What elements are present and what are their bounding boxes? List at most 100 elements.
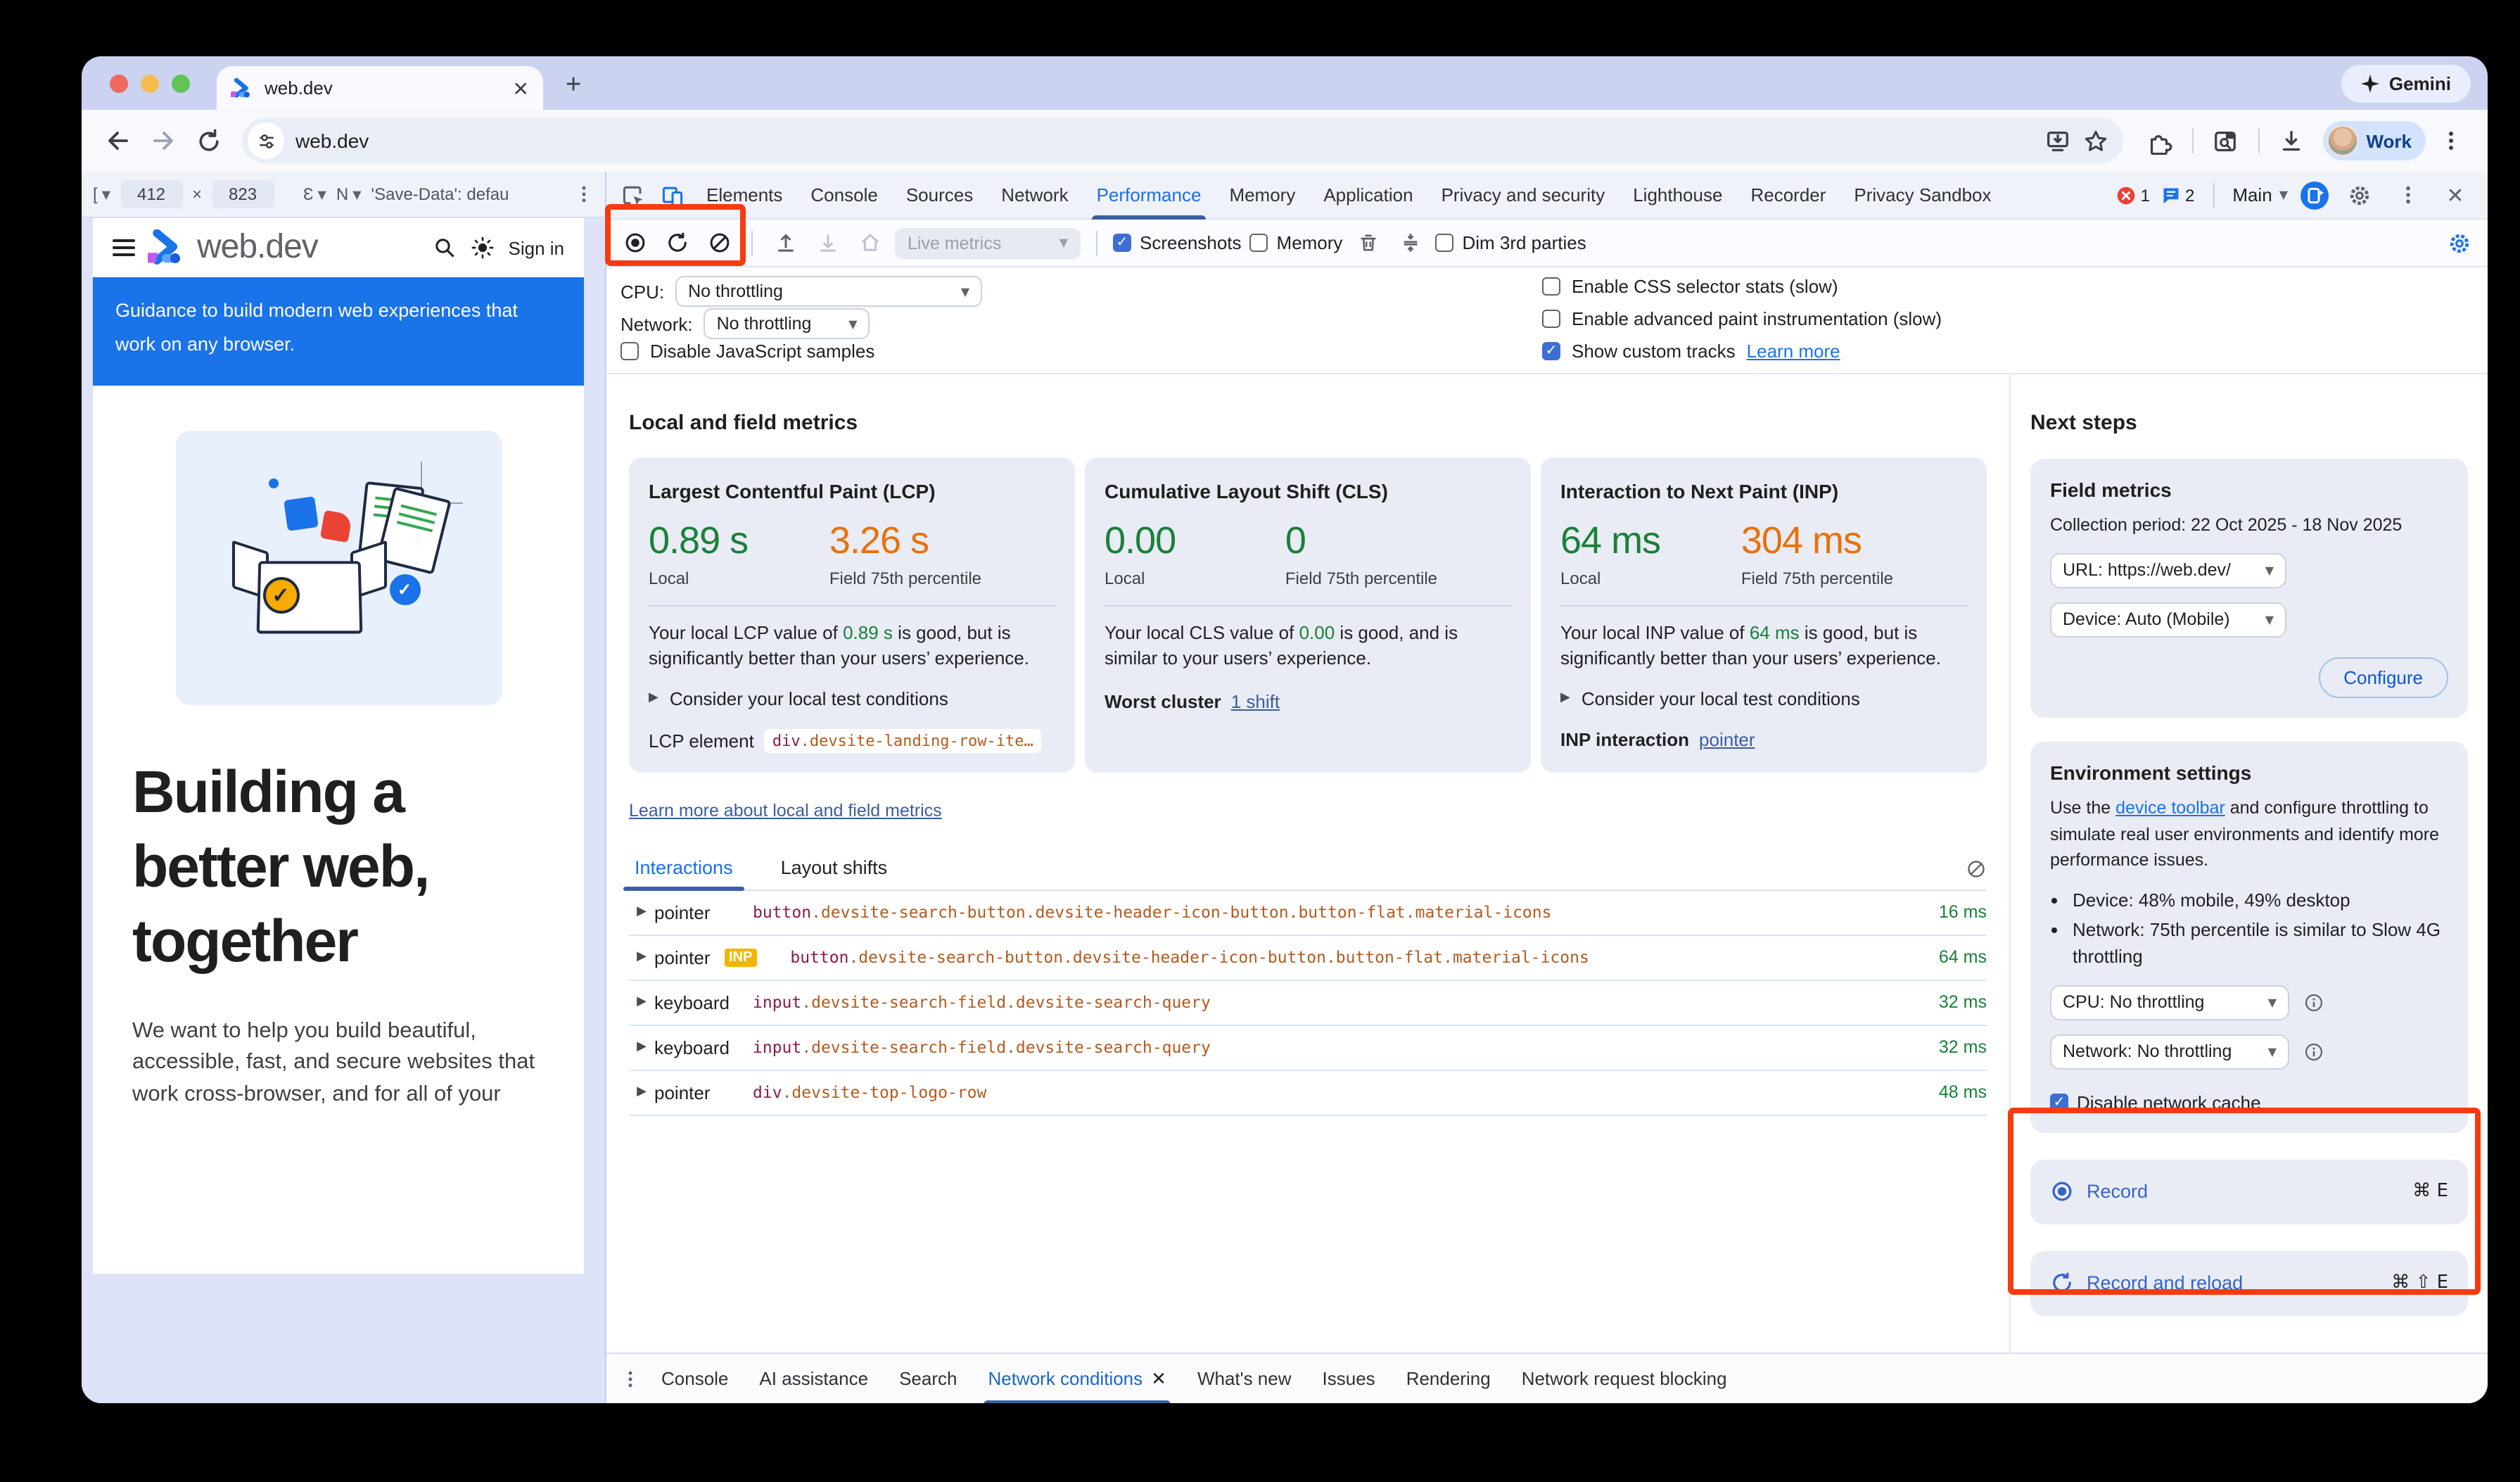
- clear-interactions-icon[interactable]: [1966, 859, 1987, 880]
- reload-button[interactable]: [189, 121, 228, 160]
- drawer-tab-issues[interactable]: Issues: [1307, 1353, 1391, 1403]
- downloads-icon[interactable]: [2272, 121, 2311, 160]
- screenshots-checkbox[interactable]: ✓Screenshots: [1113, 232, 1242, 253]
- tab-console[interactable]: Console: [798, 171, 890, 219]
- configure-button[interactable]: Configure: [2318, 657, 2448, 698]
- devtools-menu-icon[interactable]: [2389, 177, 2426, 213]
- env-network-select[interactable]: Network: No throttling▼: [2050, 1034, 2289, 1069]
- sign-in-button[interactable]: Sign in: [509, 237, 565, 258]
- tab-recorder[interactable]: Recorder: [1738, 171, 1838, 219]
- worst-cluster-link[interactable]: 1 shift: [1231, 691, 1280, 712]
- field-device-select[interactable]: Device: Auto (Mobile)▼: [2050, 602, 2286, 638]
- profile-button[interactable]: Work: [2322, 121, 2426, 160]
- device-toolbar-toggle-icon[interactable]: [654, 177, 691, 213]
- disable-js-samples-checkbox[interactable]: Disable JavaScript samples: [621, 341, 1542, 362]
- drawer-tab-search[interactable]: Search: [884, 1353, 972, 1403]
- viewport-height-input[interactable]: 823: [212, 180, 274, 208]
- back-button[interactable]: [98, 121, 138, 160]
- drawer-tab-console[interactable]: Console: [646, 1353, 744, 1403]
- drawer-tab-whats-new[interactable]: What's new: [1182, 1353, 1307, 1403]
- env-cpu-select[interactable]: CPU: No throttling▼: [2050, 984, 2289, 1020]
- devtools-close-icon[interactable]: ✕: [2437, 177, 2474, 213]
- inspect-element-icon[interactable]: [615, 177, 651, 213]
- network-info-icon[interactable]: [2303, 1041, 2324, 1062]
- devtools-settings-icon[interactable]: [2341, 177, 2378, 213]
- maximize-window-button[interactable]: [172, 75, 190, 93]
- collect-garbage-icon[interactable]: [1351, 226, 1385, 260]
- metrics-learn-more-link[interactable]: Learn more about local and field metrics: [629, 801, 942, 821]
- drawer-menu-icon[interactable]: [615, 1369, 646, 1388]
- save-profile-icon[interactable]: [810, 226, 844, 260]
- browser-menu-icon[interactable]: [2431, 121, 2471, 160]
- drawer-tab-ai-assistance[interactable]: AI assistance: [744, 1353, 884, 1403]
- site-search-icon[interactable]: [433, 235, 458, 260]
- device-toolbar-link[interactable]: device toolbar: [2115, 798, 2225, 818]
- capture-settings-gear-icon[interactable]: [2443, 226, 2476, 260]
- record-and-reload-icon[interactable]: [660, 226, 694, 260]
- extensions-icon[interactable]: [2139, 121, 2179, 160]
- drawer-tab-network-request-blocking[interactable]: Network request blocking: [1506, 1353, 1743, 1403]
- record-icon[interactable]: [618, 226, 651, 260]
- tab-search-icon[interactable]: [2206, 121, 2245, 160]
- tab-lighthouse[interactable]: Lighthouse: [1620, 171, 1735, 219]
- field-url-select[interactable]: URL: https://web.dev/▼: [2050, 553, 2286, 588]
- network-throttling-select[interactable]: No throttling▼: [704, 308, 870, 339]
- address-bar[interactable]: web.dev: [242, 118, 2123, 163]
- drawer-tab-close-icon[interactable]: ✕: [1151, 1367, 1166, 1390]
- custom-tracks-learn-more-link[interactable]: Learn more: [1747, 341, 1840, 362]
- interaction-row[interactable]: ▶ pointer div.devsite-top-logo-row 48 ms: [629, 1071, 1987, 1116]
- drawer-tab-network-conditions[interactable]: Network conditions ✕: [972, 1353, 1181, 1403]
- dim-3rd-parties-checkbox[interactable]: Dim 3rd parties: [1435, 232, 1586, 253]
- tab-network[interactable]: Network: [988, 171, 1081, 219]
- browser-tab[interactable]: web.dev ✕: [217, 66, 543, 110]
- menu-icon[interactable]: [113, 239, 135, 256]
- site-settings-icon[interactable]: [248, 122, 284, 159]
- tab-privacy-sandbox[interactable]: Privacy Sandbox: [1841, 171, 2004, 219]
- interaction-row[interactable]: ▶ keyboard input.devsite-search-field.de…: [629, 1026, 1987, 1071]
- webdev-logo-icon[interactable]: [148, 229, 184, 266]
- url-text[interactable]: web.dev: [295, 129, 2032, 152]
- collapse-icon[interactable]: [1393, 226, 1427, 260]
- tab-application[interactable]: Application: [1311, 171, 1425, 219]
- gemini-button[interactable]: Gemini: [2341, 65, 2471, 103]
- expander-icon[interactable]: ▶: [629, 951, 654, 965]
- memory-checkbox[interactable]: Memory: [1250, 232, 1343, 253]
- minimize-window-button[interactable]: [141, 75, 159, 93]
- cpu-info-icon[interactable]: [2303, 992, 2324, 1013]
- css-selector-stats-checkbox[interactable]: Enable CSS selector stats (slow): [1542, 276, 2474, 297]
- tab-close-icon[interactable]: ✕: [513, 78, 529, 98]
- bookmark-star-icon[interactable]: [2082, 127, 2108, 154]
- record-button[interactable]: Record ⌘ E: [2030, 1159, 2468, 1224]
- interaction-row[interactable]: ▶ keyboard input.devsite-search-field.de…: [629, 981, 1987, 1026]
- interaction-row[interactable]: ▶ pointer button.devsite-search-button.d…: [629, 891, 1987, 936]
- expander-icon[interactable]: ▶: [629, 996, 654, 1010]
- load-profile-icon[interactable]: [768, 226, 802, 260]
- throttling-select[interactable]: N▼: [336, 184, 362, 204]
- tab-privacy-security[interactable]: Privacy and security: [1429, 171, 1618, 219]
- inp-interaction-link[interactable]: pointer: [1699, 729, 1755, 750]
- clear-icon[interactable]: [702, 226, 736, 260]
- theme-toggle-icon[interactable]: [471, 235, 496, 260]
- home-icon[interactable]: [853, 226, 886, 260]
- inp-test-conditions-details[interactable]: ▶ Consider your local test conditions: [1560, 688, 1967, 709]
- console-errors-badge[interactable]: 1: [2117, 185, 2150, 205]
- forward-button[interactable]: [144, 121, 183, 160]
- expander-icon[interactable]: ▶: [629, 1041, 654, 1055]
- drawer-tab-rendering[interactable]: Rendering: [1391, 1353, 1506, 1403]
- expander-icon[interactable]: ▶: [629, 906, 654, 920]
- close-window-button[interactable]: [110, 75, 128, 93]
- ai-assistance-icon[interactable]: [2299, 179, 2330, 210]
- disable-network-cache-checkbox[interactable]: ✓Disable network cache: [2050, 1091, 2448, 1113]
- context-selector[interactable]: Main▼: [2232, 184, 2288, 205]
- show-custom-tracks-checkbox[interactable]: ✓Show custom tracks Learn more: [1542, 341, 2474, 362]
- tab-memory[interactable]: Memory: [1216, 171, 1308, 219]
- record-and-reload-button[interactable]: Record and reload ⌘ ⇧ E: [2030, 1250, 2468, 1315]
- expander-icon[interactable]: ▶: [629, 1086, 654, 1100]
- tab-layout-shifts[interactable]: Layout shifts: [775, 857, 893, 889]
- new-tab-button[interactable]: +: [566, 70, 581, 101]
- interaction-row[interactable]: ▶ pointer INP button.devsite-search-butt…: [629, 936, 1987, 981]
- advanced-paint-checkbox[interactable]: Enable advanced paint instrumentation (s…: [1542, 308, 2474, 329]
- install-icon[interactable]: [2044, 127, 2070, 154]
- cpu-throttling-select[interactable]: No throttling▼: [675, 276, 982, 307]
- issues-badge[interactable]: 2: [2161, 185, 2194, 205]
